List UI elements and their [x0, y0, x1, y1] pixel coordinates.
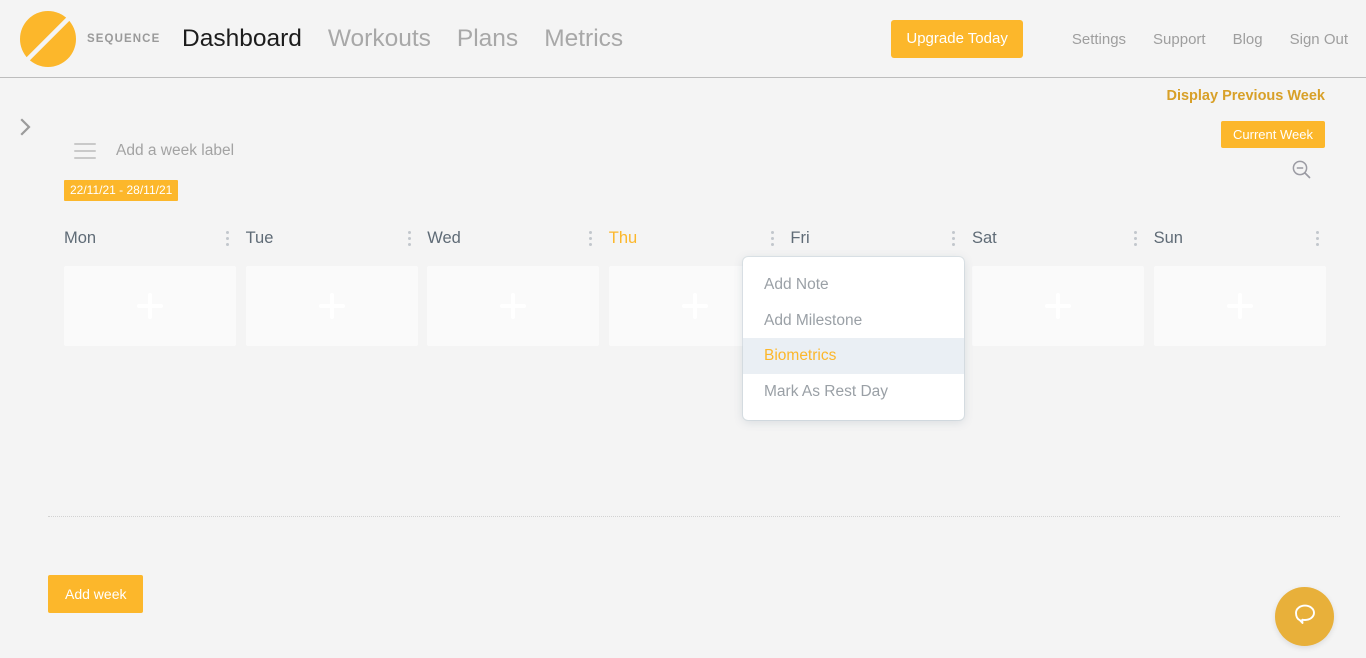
day-name-sat: Sat: [971, 228, 997, 247]
nav-item-support[interactable]: Support: [1153, 31, 1206, 48]
day-header: Thu: [609, 220, 791, 256]
day-header: Sat: [972, 220, 1154, 256]
day-column-sat: Sat: [971, 220, 1154, 346]
plus-icon: [500, 293, 527, 319]
brand-name: SEQUENCE: [87, 33, 161, 45]
week-label-input[interactable]: [116, 142, 376, 160]
sequence-circle-slash-logo-icon: [18, 9, 78, 69]
nav-item-blog[interactable]: Blog: [1233, 31, 1263, 48]
day-column-sun: Sun: [1153, 220, 1336, 346]
add-item-dropzone-wed[interactable]: [427, 266, 600, 346]
day-header: Wed: [427, 220, 609, 256]
hamburger-icon[interactable]: [74, 143, 96, 159]
day-menu-icon-fri[interactable]: [952, 230, 956, 246]
week-date-range-badge: 22/11/21 - 28/11/21: [64, 180, 179, 201]
day-header: Fri: [790, 220, 972, 256]
section-divider: [48, 516, 1340, 517]
nav-item-sign-out[interactable]: Sign Out: [1290, 31, 1348, 48]
day-menu-icon-sun[interactable]: [1315, 230, 1319, 246]
chevron-right-icon[interactable]: [16, 114, 36, 140]
nav-item-settings[interactable]: Settings: [1072, 31, 1126, 48]
day-header: Tue: [246, 220, 428, 256]
plus-icon: [137, 293, 163, 319]
plus-icon: [318, 293, 345, 319]
add-week-button[interactable]: Add week: [48, 575, 144, 613]
day-column-tue: Tue: [245, 220, 428, 346]
day-menu-icon-mon[interactable]: [226, 230, 230, 246]
menu-item-add-milestone[interactable]: Add Milestone: [743, 303, 964, 339]
day-menu-icon-thu[interactable]: [770, 230, 774, 246]
add-item-dropzone-sat[interactable]: [971, 266, 1144, 346]
add-item-dropzone-sun[interactable]: [1153, 266, 1326, 346]
day-name-fri: Fri: [790, 228, 810, 247]
day-menu-icon-wed[interactable]: [589, 230, 593, 246]
upgrade-today-button[interactable]: Upgrade Today: [891, 20, 1023, 58]
chat-bubble-icon: [1290, 599, 1320, 634]
day-header: Mon: [64, 220, 246, 256]
day-menu-icon-tue[interactable]: [407, 230, 411, 246]
day-menu-icon-sat[interactable]: [1134, 230, 1138, 246]
top-navigation-bar: SEQUENCE Dashboard Workouts Plans Metric…: [0, 0, 1366, 78]
nav-item-dashboard[interactable]: Dashboard: [182, 26, 302, 52]
secondary-nav: Upgrade Today Settings Support Blog Sign…: [891, 0, 1348, 78]
display-previous-week-link[interactable]: Display Previous Week: [1166, 88, 1325, 104]
day-header: Sun: [1154, 220, 1336, 256]
zoom-out-icon[interactable]: [1290, 158, 1314, 182]
nav-item-workouts[interactable]: Workouts: [328, 26, 431, 52]
day-name-wed: Wed: [427, 228, 461, 247]
plus-icon: [681, 293, 708, 319]
plus-icon: [1044, 293, 1071, 319]
day-name-thu: Thu: [608, 228, 638, 247]
day-column-wed: Wed: [427, 220, 609, 346]
day-name-sun: Sun: [1153, 228, 1183, 247]
day-context-menu: Add Note Add Milestone Biometrics Mark A…: [743, 257, 964, 420]
add-item-dropzone-mon[interactable]: [64, 266, 236, 346]
menu-item-add-note[interactable]: Add Note: [743, 267, 964, 303]
nav-item-metrics[interactable]: Metrics: [544, 26, 623, 52]
current-week-button[interactable]: Current Week: [1221, 121, 1325, 148]
day-name-tue: Tue: [245, 228, 274, 247]
primary-nav: Dashboard Workouts Plans Metrics: [182, 0, 623, 78]
day-name-mon: Mon: [64, 228, 97, 247]
plus-icon: [1226, 293, 1253, 319]
week-label-row: [74, 142, 376, 160]
nav-item-plans[interactable]: Plans: [457, 26, 518, 52]
menu-item-mark-as-rest-day[interactable]: Mark As Rest Day: [743, 374, 964, 410]
brand-logo[interactable]: SEQUENCE: [18, 9, 160, 69]
menu-item-biometrics[interactable]: Biometrics: [743, 338, 964, 374]
day-grid: Mon Tue Wed Thu Fri Sat Sun: [64, 220, 1326, 346]
add-item-dropzone-tue[interactable]: [245, 266, 418, 346]
day-column-mon: Mon: [64, 220, 246, 346]
help-beacon-button[interactable]: [1275, 587, 1334, 646]
